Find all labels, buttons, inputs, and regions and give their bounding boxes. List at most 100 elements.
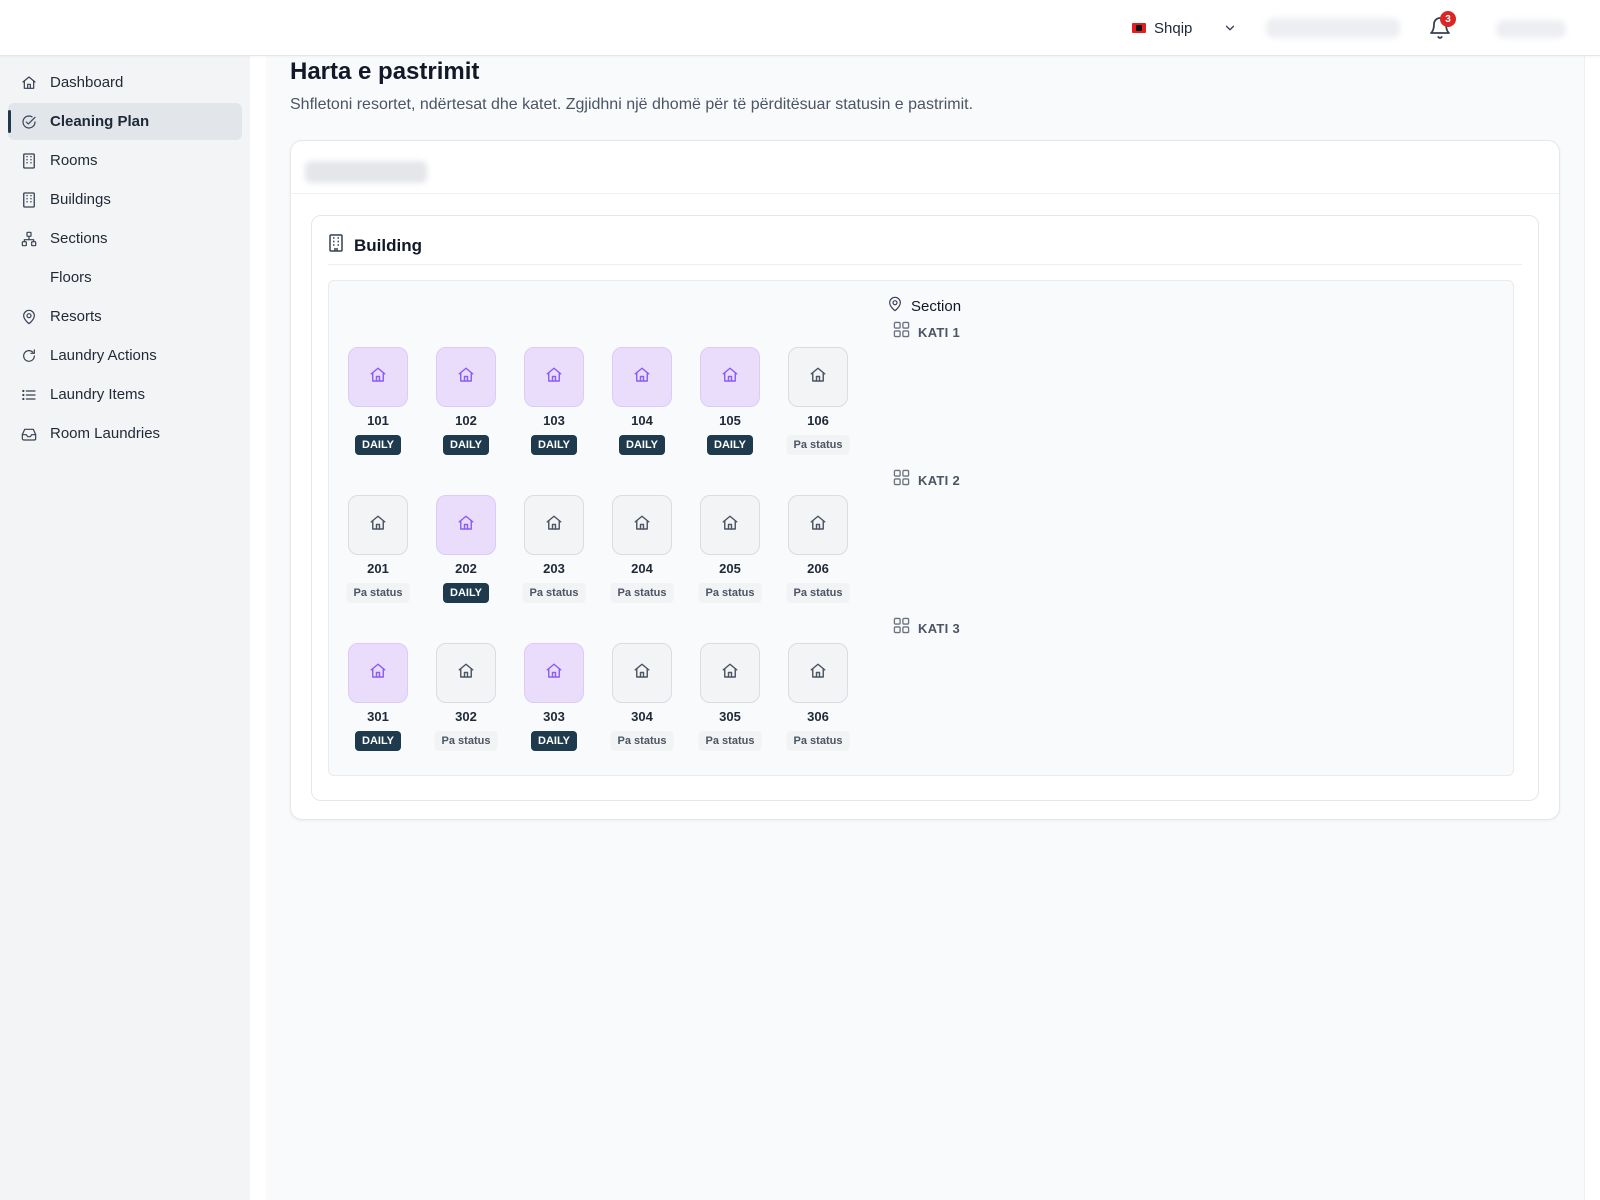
sidebar-item-label: Buildings xyxy=(50,191,111,208)
room-tile[interactable] xyxy=(788,495,848,555)
status-badge: DAILY xyxy=(619,435,665,455)
room-tile[interactable] xyxy=(524,347,584,407)
section-title: Section xyxy=(911,298,962,315)
status-badge: DAILY xyxy=(707,435,753,455)
house-icon xyxy=(633,662,651,685)
room-tile[interactable] xyxy=(348,643,408,703)
room-tile[interactable] xyxy=(436,347,496,407)
status-badge: Pa status xyxy=(698,583,762,603)
room-103[interactable]: 103 DAILY xyxy=(510,347,598,465)
building-icon xyxy=(20,152,38,170)
scrollbar-track[interactable] xyxy=(1584,56,1600,1200)
room-number: 103 xyxy=(543,413,565,428)
room-102[interactable]: 102 DAILY xyxy=(422,347,510,465)
room-106[interactable]: 106 Pa status xyxy=(774,347,862,465)
status-badge: DAILY xyxy=(355,731,401,751)
albania-flag-icon xyxy=(1132,23,1146,33)
house-icon xyxy=(457,662,475,685)
sidebar-item-cleaning-plan[interactable]: Cleaning Plan xyxy=(8,103,242,140)
sidebar-item-laundry-items[interactable]: Laundry Items xyxy=(8,376,242,413)
room-201[interactable]: 201 Pa status xyxy=(334,495,422,613)
sidebar-item-dashboard[interactable]: Dashboard xyxy=(8,64,242,101)
status-badge: DAILY xyxy=(531,435,577,455)
room-tile[interactable] xyxy=(524,643,584,703)
check-circle-icon xyxy=(20,113,38,131)
page-title: Harta e pastrimit xyxy=(290,58,480,85)
room-tile[interactable] xyxy=(700,643,760,703)
language-label: Shqip xyxy=(1154,19,1193,37)
notification-badge: 3 xyxy=(1440,11,1456,27)
language-selector[interactable]: Shqip xyxy=(1132,18,1192,38)
list-icon xyxy=(20,386,38,404)
room-304[interactable]: 304 Pa status xyxy=(598,643,686,761)
room-tile[interactable] xyxy=(612,643,672,703)
status-badge: DAILY xyxy=(443,583,489,603)
room-number: 201 xyxy=(367,561,389,576)
room-number: 203 xyxy=(543,561,565,576)
inbox-icon xyxy=(20,425,38,443)
room-tile[interactable] xyxy=(700,495,760,555)
room-number: 305 xyxy=(719,709,741,724)
room-tile[interactable] xyxy=(612,495,672,555)
house-icon xyxy=(545,514,563,537)
room-tile[interactable] xyxy=(788,347,848,407)
room-302[interactable]: 302 Pa status xyxy=(422,643,510,761)
room-tile[interactable] xyxy=(788,643,848,703)
room-205[interactable]: 205 Pa status xyxy=(686,495,774,613)
section-header: Section xyxy=(887,295,961,318)
room-301[interactable]: 301 DAILY xyxy=(334,643,422,761)
sidebar-item-rooms[interactable]: Rooms xyxy=(8,142,242,179)
house-icon xyxy=(721,514,739,537)
sidebar-item-buildings[interactable]: Buildings xyxy=(8,181,242,218)
room-202[interactable]: 202 DAILY xyxy=(422,495,510,613)
house-icon xyxy=(369,366,387,389)
room-number: 106 xyxy=(807,413,829,428)
room-104[interactable]: 104 DAILY xyxy=(598,347,686,465)
sidebar-item-label: Rooms xyxy=(50,152,98,169)
grid-icon xyxy=(893,617,910,639)
room-204[interactable]: 204 Pa status xyxy=(598,495,686,613)
room-305[interactable]: 305 Pa status xyxy=(686,643,774,761)
sidebar-item-floors[interactable]: Floors xyxy=(8,259,242,296)
room-tile[interactable] xyxy=(348,347,408,407)
room-number: 202 xyxy=(455,561,477,576)
sidebar-item-label: Laundry Actions xyxy=(50,347,157,364)
room-203[interactable]: 203 Pa status xyxy=(510,495,598,613)
room-tile[interactable] xyxy=(436,495,496,555)
sidebar-item-sections[interactable]: Sections xyxy=(8,220,242,257)
map-pin-icon xyxy=(20,308,38,326)
house-icon xyxy=(369,662,387,685)
room-206[interactable]: 206 Pa status xyxy=(774,495,862,613)
sidebar-item-room-laundries[interactable]: Room Laundries xyxy=(8,415,242,452)
room-tile[interactable] xyxy=(612,347,672,407)
room-tile[interactable] xyxy=(700,347,760,407)
status-badge: Pa status xyxy=(610,731,674,751)
refresh-icon xyxy=(20,347,38,365)
sidebar-item-label: Laundry Items xyxy=(50,386,146,403)
room-tile[interactable] xyxy=(348,495,408,555)
room-number: 204 xyxy=(631,561,653,576)
page-subtitle: Shfletoni resortet, ndërtesat dhe katet.… xyxy=(290,96,974,113)
house-icon xyxy=(545,366,563,389)
room-303[interactable]: 303 DAILY xyxy=(510,643,598,761)
status-badge: Pa status xyxy=(346,583,410,603)
grid-icon xyxy=(893,321,910,343)
chevron-down-icon[interactable] xyxy=(1220,18,1240,38)
sidebar-item-laundry-actions[interactable]: Laundry Actions xyxy=(8,337,242,374)
house-icon xyxy=(721,366,739,389)
room-tile[interactable] xyxy=(436,643,496,703)
redacted-avatar[interactable] xyxy=(1496,20,1566,38)
sidebar-item-label: Cleaning Plan xyxy=(50,113,150,130)
sidebar-item-resorts[interactable]: Resorts xyxy=(8,298,242,335)
room-number: 301 xyxy=(367,709,389,724)
room-101[interactable]: 101 DAILY xyxy=(334,347,422,465)
floor-header: KATI 1 xyxy=(893,321,960,343)
status-badge: Pa status xyxy=(610,583,674,603)
building-panel: Building Section KATI 1 101 DAILY 102 DAILY 1… xyxy=(311,215,1539,801)
sidebar-gutter xyxy=(250,56,266,1200)
sidebar-item-label: Resorts xyxy=(50,308,102,325)
room-tile[interactable] xyxy=(524,495,584,555)
sidebar: Dashboard Cleaning Plan Rooms Buildings Sect… xyxy=(0,56,250,1200)
room-105[interactable]: 105 DAILY xyxy=(686,347,774,465)
room-306[interactable]: 306 Pa status xyxy=(774,643,862,761)
